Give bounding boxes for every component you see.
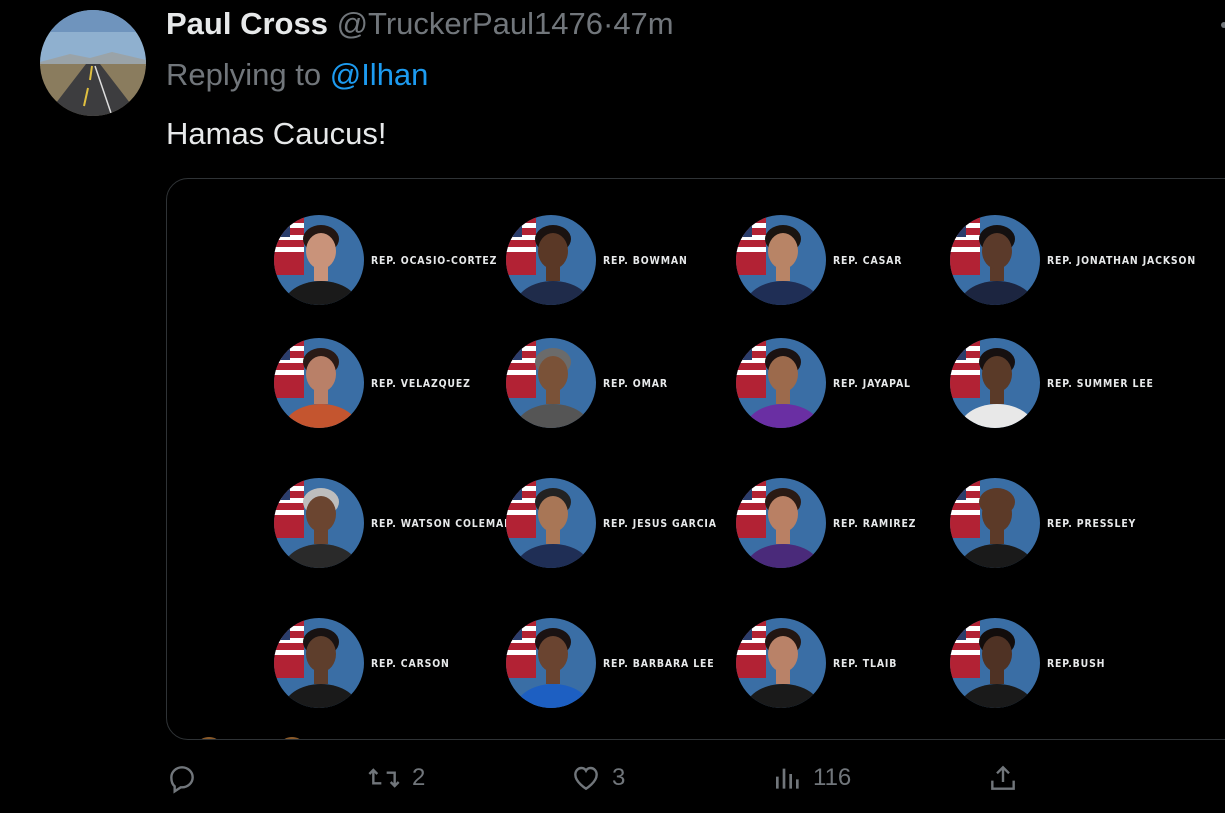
more-options-icon[interactable] xyxy=(1221,22,1225,28)
user-display-name[interactable]: Paul Cross xyxy=(166,6,328,41)
like-button[interactable]: 3 xyxy=(570,762,625,794)
rep-portrait xyxy=(274,338,364,428)
tweet-text: Hamas Caucus! xyxy=(166,116,387,151)
tweet-header: Paul Cross @TruckerPaul1476·47m xyxy=(166,6,674,42)
rep-portrait xyxy=(506,618,596,708)
rep-portrait xyxy=(506,338,596,428)
rep-portrait xyxy=(736,215,826,305)
rep-portrait xyxy=(274,478,364,568)
timestamp[interactable]: 47m xyxy=(613,6,673,41)
mention-link[interactable]: @Ilhan xyxy=(330,57,429,92)
views-chart-icon xyxy=(776,768,799,789)
replying-prefix: Replying to xyxy=(166,57,322,92)
user-handle[interactable]: @TruckerPaul1476 xyxy=(337,6,603,41)
rep-name-label: REP. RAMIREZ xyxy=(833,517,917,530)
reply-button[interactable] xyxy=(166,762,198,794)
rep-name-label: REP. OCASIO-CORTEZ xyxy=(371,254,498,267)
rep-name-label: REP. WATSON COLEMAN xyxy=(371,517,513,530)
rep-portrait xyxy=(950,478,1040,568)
separator-dot: · xyxy=(602,6,614,41)
heart-icon xyxy=(574,766,598,791)
retweet-button[interactable]: 2 xyxy=(366,762,425,794)
rep-name-label: REP. CASAR xyxy=(833,254,903,267)
rep-name-label: REP. OMAR xyxy=(603,377,668,390)
rep-portrait xyxy=(736,478,826,568)
media-card[interactable]: REP. OCASIO-CORTEZ REP. BOWMAN REP. CASAR R… xyxy=(166,178,1225,740)
rep-name-label: REP. BOWMAN xyxy=(603,254,688,267)
rep-name-label: REP. JESUS GARCIA xyxy=(603,517,717,530)
profile-avatar[interactable] xyxy=(40,10,146,116)
rep-portrait xyxy=(950,215,1040,305)
rep-portrait xyxy=(274,215,364,305)
rep-name-label: REP. TLAIB xyxy=(833,657,898,670)
rep-portrait xyxy=(274,618,364,708)
share-button[interactable] xyxy=(987,762,1019,794)
rep-name-label: REP. SUMMER LEE xyxy=(1047,377,1154,390)
rep-name-label: REP. VELAZQUEZ xyxy=(371,377,471,390)
rep-portrait xyxy=(950,618,1040,708)
views-count: 116 xyxy=(813,764,852,791)
decorative-shapes xyxy=(201,737,300,739)
retweet-icon xyxy=(368,768,400,788)
rep-name-label: REP. CARSON xyxy=(371,657,450,670)
share-icon xyxy=(991,765,1015,790)
rep-portrait xyxy=(950,338,1040,428)
like-count: 3 xyxy=(612,764,626,791)
tweet-actions: 2 3 116 xyxy=(0,760,1225,800)
views-button[interactable]: 116 xyxy=(773,762,851,794)
rep-name-label: REP. JONATHAN JACKSON xyxy=(1047,254,1197,267)
reply-icon xyxy=(170,766,194,794)
avatar-road-image xyxy=(40,10,146,116)
rep-name-label: REP.BUSH xyxy=(1047,657,1106,670)
rep-name-label: REP. JAYAPAL xyxy=(833,377,911,390)
rep-portrait xyxy=(736,338,826,428)
rep-name-label: REP. BARBARA LEE xyxy=(603,657,715,670)
rep-name-label: REP. PRESSLEY xyxy=(1047,517,1137,530)
rep-portrait xyxy=(736,618,826,708)
retweet-count: 2 xyxy=(412,764,426,791)
replying-to-line: Replying to @Ilhan xyxy=(166,57,428,93)
rep-portrait xyxy=(506,478,596,568)
rep-portrait xyxy=(506,215,596,305)
